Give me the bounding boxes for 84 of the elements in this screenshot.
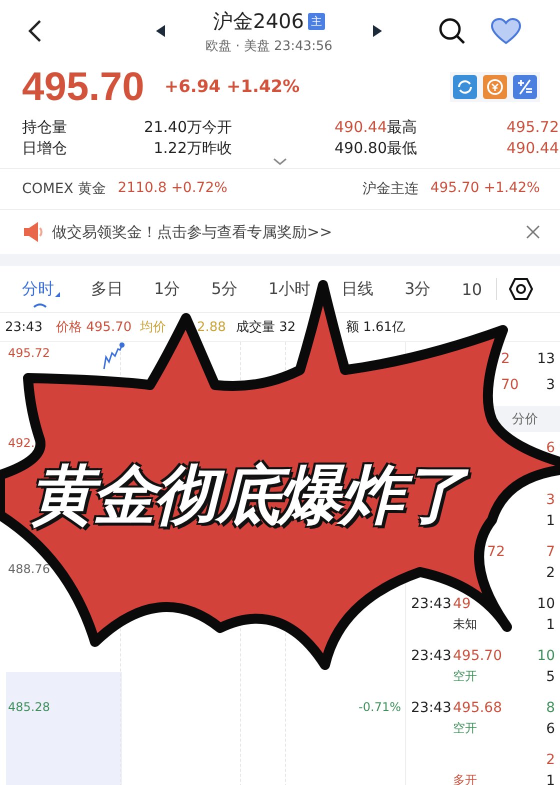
currency-swap-icon[interactable]: [483, 75, 507, 99]
session-time: 欧盘 · 美盘 23:43:56: [206, 38, 332, 54]
stat-label: 最高: [387, 118, 418, 137]
trade-count: 1: [546, 512, 555, 528]
period-tab[interactable]: 5分: [211, 278, 238, 308]
chevron-down-icon[interactable]: [273, 158, 287, 168]
trade-price: 72: [486, 544, 505, 560]
trade-volume: 2: [546, 752, 555, 768]
main-badge: 主: [308, 12, 325, 30]
period-tab[interactable]: 1分: [154, 278, 180, 308]
trade-count: 1: [546, 772, 555, 785]
dropdown-triangle-icon: [55, 292, 60, 296]
stat-label: 昨收: [202, 139, 233, 158]
trade-volume: 7: [546, 544, 555, 560]
trade-volume: 8: [546, 700, 555, 716]
instrument-title: 沪金2406: [213, 8, 304, 34]
settings-icon[interactable]: [509, 278, 534, 300]
trade-type: 未知: [453, 616, 478, 633]
price-change: +6.94 +1.42%: [164, 77, 300, 97]
calculator-icon[interactable]: [513, 75, 537, 99]
next-icon[interactable]: [372, 25, 382, 37]
period-tab[interactable]: 3分: [404, 278, 431, 308]
axis-label: 485.28: [8, 700, 50, 714]
stat-value: 495.72: [506, 118, 559, 137]
contract-name[interactable]: 沪金主连: [362, 180, 418, 198]
contract-name[interactable]: COMEX 黄金: [22, 180, 106, 198]
axis-label: 495.72: [8, 346, 50, 360]
refresh-icon[interactable]: [453, 75, 477, 99]
stat-value: 490.44: [334, 118, 387, 137]
promo-link[interactable]: 做交易领奖金！点击参与查看专属奖励>>: [52, 222, 332, 242]
back-icon[interactable]: [28, 19, 42, 43]
stat-value: 490.80: [334, 139, 387, 158]
close-icon[interactable]: [526, 225, 540, 239]
trade-time: 23:43: [411, 596, 452, 612]
stat-label: 最低: [387, 139, 418, 158]
speaker-icon: [22, 221, 44, 243]
tab-indicator-icon: [33, 302, 47, 308]
trade-price: 495.70: [453, 648, 503, 664]
trade-volume: 10: [537, 596, 555, 612]
period-tab[interactable]: 日线: [342, 278, 374, 308]
trade-count: 1: [546, 616, 555, 632]
info-avg-value: 2.88: [197, 320, 227, 334]
trade-price: 49: [453, 596, 472, 612]
stat-label: 日增仓: [22, 139, 68, 158]
period-tab[interactable]: 10: [462, 280, 482, 306]
stat-label: 今开: [202, 118, 233, 137]
info-amount: 额 1.61亿: [346, 319, 406, 336]
info-avg: 均价: [140, 319, 167, 336]
previous-icon[interactable]: [156, 25, 166, 37]
column-header: 分价: [512, 411, 538, 428]
depth-volume: 13: [537, 351, 555, 367]
info-price: 价格 495.70: [56, 319, 133, 336]
axis-label: 488.76: [8, 562, 50, 576]
contract-quote: 2110.8 +0.72%: [118, 180, 228, 198]
last-price: 495.70: [22, 64, 144, 110]
trade-count: 6: [546, 720, 555, 736]
trade-time: 23:43: [411, 648, 452, 664]
axis-label: -0.71%: [358, 700, 401, 714]
depth-price: 2: [501, 351, 510, 367]
trade-volume: 10: [537, 648, 555, 664]
trade-type: 空开: [453, 720, 478, 737]
depth-volume: 3: [546, 377, 555, 393]
stat-value: 1.22万: [152, 139, 202, 158]
stat-label: 持仓量: [22, 118, 68, 137]
trade-volume: 3: [546, 492, 555, 508]
trade-count: 2: [546, 564, 555, 580]
contract-quote: 495.70 +1.42%: [430, 180, 540, 198]
trade-type: 空开: [453, 668, 478, 685]
period-tab[interactable]: 分时: [22, 278, 60, 308]
info-time: 23:43: [5, 320, 44, 334]
trade-volume: 6: [546, 440, 555, 456]
trade-price: 495.68: [453, 700, 503, 716]
stat-value: 490.44: [506, 139, 559, 158]
axis-label: 492.: [8, 436, 35, 450]
trade-count: 5: [546, 668, 555, 684]
period-tab[interactable]: 多日: [91, 278, 123, 308]
trade-time: 23:43: [411, 700, 452, 716]
heart-icon[interactable]: [491, 18, 521, 44]
search-icon[interactable]: [438, 17, 466, 45]
price-line: [103, 342, 125, 370]
info-volume: 成交量 32: [236, 319, 297, 336]
depth-price: 70: [501, 377, 519, 393]
stat-value: 21.40万: [143, 118, 202, 137]
period-tab[interactable]: 1小时: [268, 278, 311, 308]
